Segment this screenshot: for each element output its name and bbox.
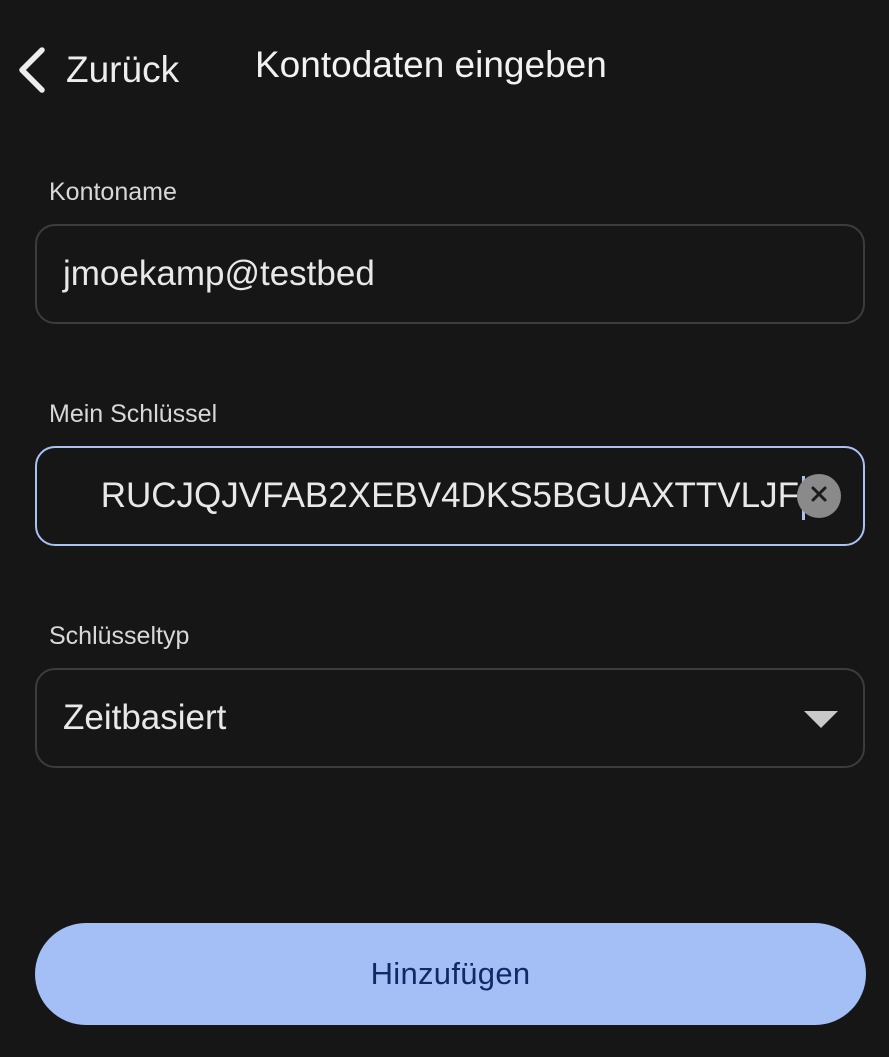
top-app-bar: Zurück Kontodaten eingeben	[0, 0, 889, 140]
clear-circle-icon	[809, 484, 829, 509]
secret-key-label: Mein Schlüssel	[49, 400, 218, 428]
secret-key-value[interactable]: RUCJQJVFAB2XEBV4DKS5BGUAXTTVLJF	[101, 448, 799, 544]
key-type-selected[interactable]: Zeitbasiert	[63, 670, 226, 766]
back-button[interactable]: Zurück	[14, 40, 179, 100]
account-name-field[interactable]: jmoekamp@testbed	[35, 224, 865, 324]
add-button[interactable]: Hinzufügen	[35, 923, 866, 1025]
chevron-left-icon	[14, 46, 48, 94]
secret-key-viewport[interactable]: RUCJQJVFAB2XEBV4DKS5BGUAXTTVLJF	[63, 448, 803, 544]
key-type-label: Schlüsseltyp	[49, 622, 190, 650]
clear-key-button[interactable]	[797, 474, 841, 518]
caret-down-icon[interactable]	[804, 711, 838, 728]
key-type-dropdown[interactable]: Zeitbasiert	[35, 668, 865, 768]
account-name-label: Kontoname	[49, 178, 177, 206]
page-title: Kontodaten eingeben	[255, 44, 607, 85]
back-label: Zurück	[66, 49, 180, 90]
secret-key-field[interactable]: RUCJQJVFAB2XEBV4DKS5BGUAXTTVLJF	[35, 446, 865, 546]
add-button-label: Hinzufügen	[370, 956, 531, 991]
account-name-value[interactable]: jmoekamp@testbed	[63, 226, 375, 322]
